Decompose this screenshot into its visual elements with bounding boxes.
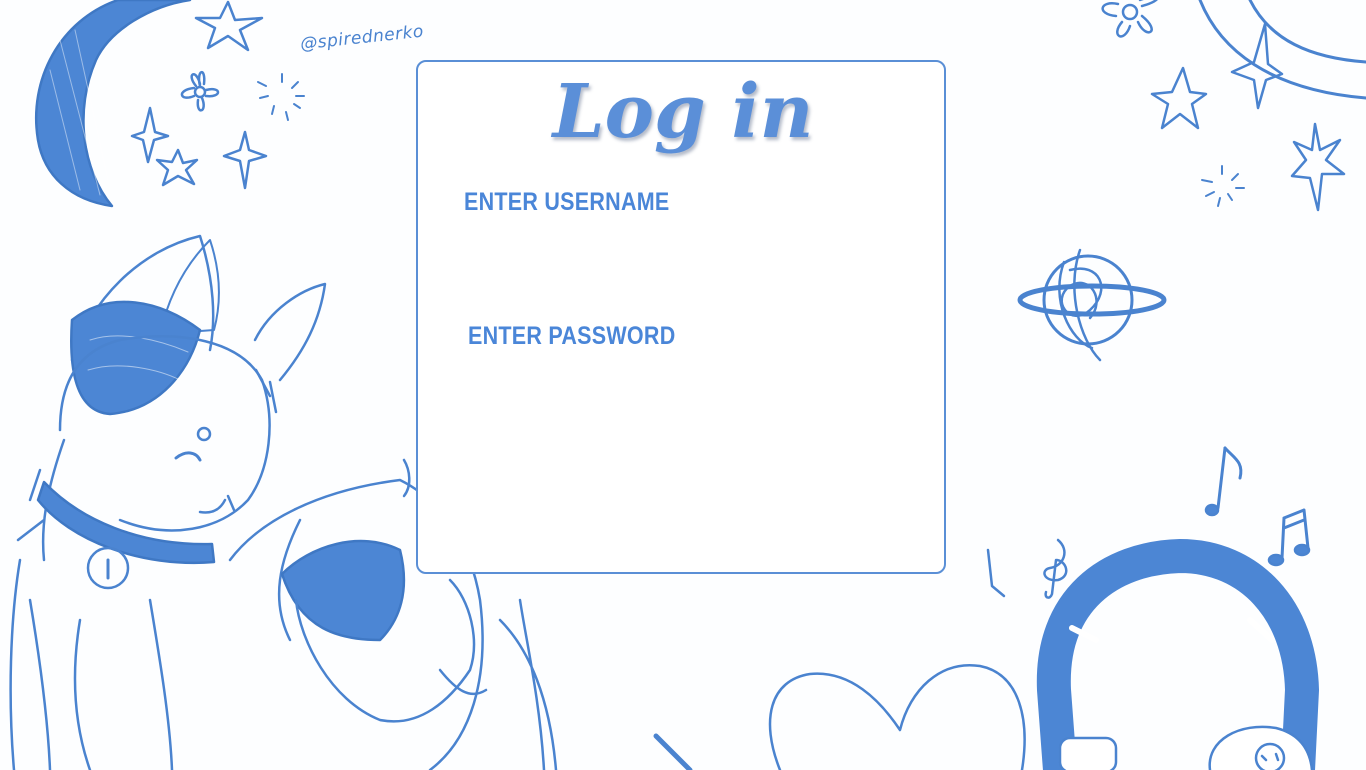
treble-clef-icon: [1043, 538, 1068, 599]
star-icon: [1150, 66, 1208, 130]
page-title: Log in: [552, 69, 814, 155]
username-label: ENTER USERNAME: [464, 188, 670, 216]
music-note-icon: [1267, 508, 1311, 567]
star-icon: [155, 148, 199, 187]
flower-icon: [180, 71, 220, 112]
star-icon: [194, 0, 264, 52]
sparkle-icon: [1290, 122, 1346, 212]
password-label: ENTER PASSWORD: [468, 322, 676, 350]
headphones-icon: [1036, 539, 1319, 770]
planet-icon: [1017, 248, 1167, 362]
login-panel: Log in ENTER USERNAME ENTER PASSWORD: [416, 60, 946, 574]
moon-icon: [1198, 0, 1366, 100]
sparkle-icon: [222, 130, 268, 190]
sparkle-icon: [1201, 165, 1245, 207]
flower-icon: [1101, 0, 1158, 38]
login-page: @spirednerko Log in ENTER USERNAME ENTER…: [0, 0, 1366, 770]
username-input[interactable]: [464, 230, 902, 272]
heart-icon: [768, 663, 1026, 770]
music-note-icon: [1204, 446, 1243, 517]
password-input[interactable]: [468, 364, 906, 406]
sparkle-icon: [257, 73, 305, 121]
sparkle-icon: [130, 106, 170, 164]
